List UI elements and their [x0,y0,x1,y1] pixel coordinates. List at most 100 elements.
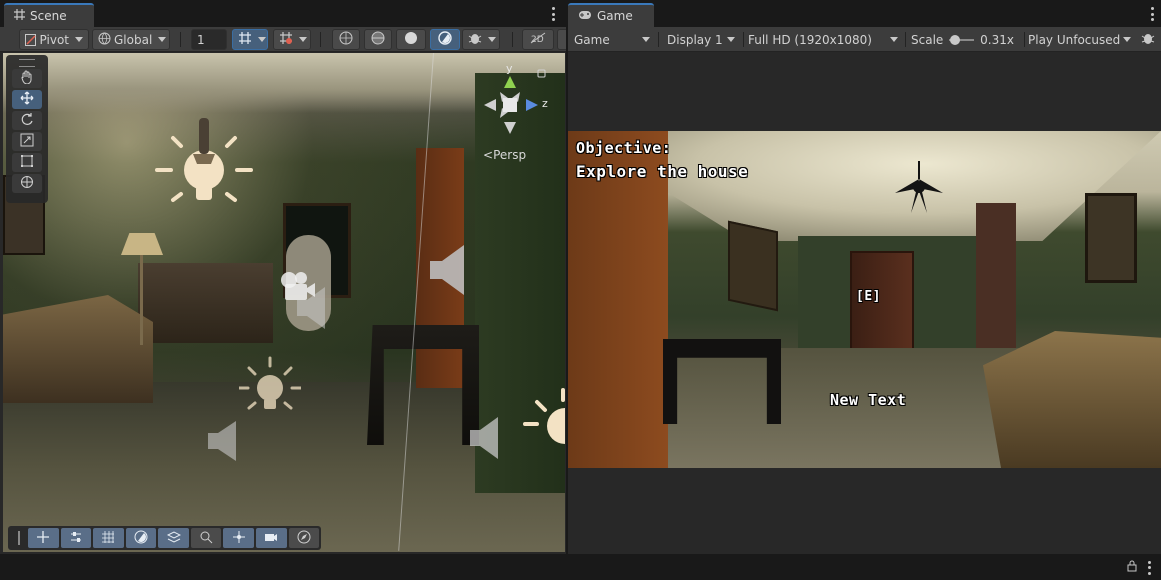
grid-snap-input[interactable]: 1 [191,29,227,50]
overlay-move-button[interactable] [28,528,59,548]
game-shelf [568,131,668,468]
rect-transform-icon [20,154,34,171]
status-more-menu-icon[interactable] [1145,560,1153,575]
axis-y-label: y [506,62,513,75]
projection-toggle[interactable]: <Persp [483,148,526,162]
overlay-drag-handle[interactable] [18,531,20,545]
bug-icon [1141,31,1155,48]
audio-source-icon[interactable] [428,243,468,300]
sliders-icon [69,530,83,547]
hand-tool-button[interactable] [12,69,42,88]
toggle-2d-button[interactable]: 2D [522,29,554,50]
overlay-drag-handle[interactable] [9,59,45,67]
game-portrait [1085,193,1137,283]
audio-source-icon[interactable] [206,419,238,466]
resolution-dropdown[interactable]: Full HD (1920x1080) [742,29,904,50]
game-tab[interactable]: Game [568,3,654,27]
camera-icon [264,530,278,547]
audio-source-icon[interactable] [468,415,502,464]
new-text-label: New Text [830,391,907,409]
game-toolbar: Game Display 1 Full HD (1920x1080) Scale [568,27,1161,52]
display-label: Display 1 [667,32,723,47]
light-bulb-icon[interactable] [523,388,565,461]
game-render[interactable]: Objective: Explore the house [E] New Tex… [568,131,1161,468]
no-2d-icon: 2D [530,32,546,47]
game-view-dropdown[interactable]: Game [568,29,656,50]
scene-more-menu-icon[interactable] [549,7,557,21]
light-bulb-icon[interactable] [237,356,303,419]
chevron-down-icon [642,37,650,42]
play-mode-dropdown[interactable]: Play Unfocused [1022,29,1137,50]
layers-icon [166,530,181,547]
chevron-down-icon [258,37,266,42]
wireframe-sphere-icon [339,31,353,48]
grid-icon [14,9,25,23]
view-options-overlay [8,526,321,550]
move-arrows-icon [20,91,34,108]
scale-icon [20,133,34,150]
chevron-down-icon [488,37,496,42]
search-icon [199,530,213,547]
shaded-button[interactable] [396,29,426,50]
svg-text:2D: 2D [531,35,544,44]
move-tool-button[interactable] [12,90,42,109]
rotate-tool-button[interactable] [12,111,42,130]
pane-splitter[interactable] [566,0,568,554]
toolbar-divider [658,32,659,47]
display-dropdown[interactable]: Display 1 [661,29,741,50]
overlay-navigation-button[interactable] [288,528,320,548]
game-gizmos-button[interactable] [1136,29,1160,50]
interact-prompt: [E] [856,289,881,304]
game-wall-frame [728,220,778,312]
overlay-search-button[interactable] [190,528,222,548]
orientation-gizmo[interactable]: y z [478,62,548,139]
overlay-pivot-button[interactable] [223,528,254,548]
compass-icon [297,530,311,547]
tools-overlay [6,55,48,203]
game-chimney [976,203,1016,363]
sofa-object[interactable] [3,295,153,403]
overlay-grid-button[interactable] [93,528,124,548]
lock-icon[interactable] [1127,560,1137,575]
light-bulb-icon[interactable] [153,118,255,221]
pivot-label: Pivot [39,32,69,47]
objective-title: Objective: [576,139,672,157]
scene-tab[interactable]: Scene [4,3,94,27]
toolbar-divider [320,32,321,47]
bed-object[interactable] [138,263,273,343]
transform-icon [20,175,34,192]
scene-tab-label: Scene [30,9,67,23]
grid-hatch-icon [101,530,115,547]
rect-tool-button[interactable] [12,153,42,172]
overlay-camera-button[interactable] [255,528,287,548]
scene-effects-button[interactable] [462,29,500,50]
camera-gizmo-icon[interactable] [277,268,317,311]
increment-snap-button[interactable] [273,29,311,50]
scale-label: Scale [911,32,944,47]
draw-mode-button[interactable] [332,29,360,50]
scale-slider-thumb[interactable] [950,34,961,45]
scale-tool-button[interactable] [12,132,42,151]
increment-snap-icon [279,31,293,48]
grid-snap-value: 1 [197,32,205,47]
crosshair-icon [232,530,246,547]
status-icons [1127,560,1153,575]
game-more-menu-icon[interactable] [1148,7,1156,21]
overlay-settings-button[interactable] [60,528,92,548]
ceiling-fan-icon [893,161,945,224]
pivot-dropdown[interactable]: Pivot [19,29,89,50]
game-tab-label: Game [597,9,633,23]
scale-slider[interactable] [949,34,975,46]
scene-toolbar: Pivot Global 1 2D [0,27,569,52]
transform-tool-button[interactable] [12,174,42,193]
game-view-panel: Game Game Display 1 Full HD (1920x1080) … [568,0,1161,554]
global-dropdown[interactable]: Global [92,29,170,50]
scene-view-panel: Scene Pivot Global 1 2D y z <Persp [0,0,569,554]
overlay-lighting-button[interactable] [125,528,157,548]
grid-snapping-button[interactable] [232,29,268,50]
lit-mode-button[interactable] [430,29,460,50]
bug-icon [468,31,482,48]
rotate-icon [20,112,34,129]
shaded-wireframe-button[interactable] [364,29,392,50]
overlay-layers-button[interactable] [158,528,189,548]
